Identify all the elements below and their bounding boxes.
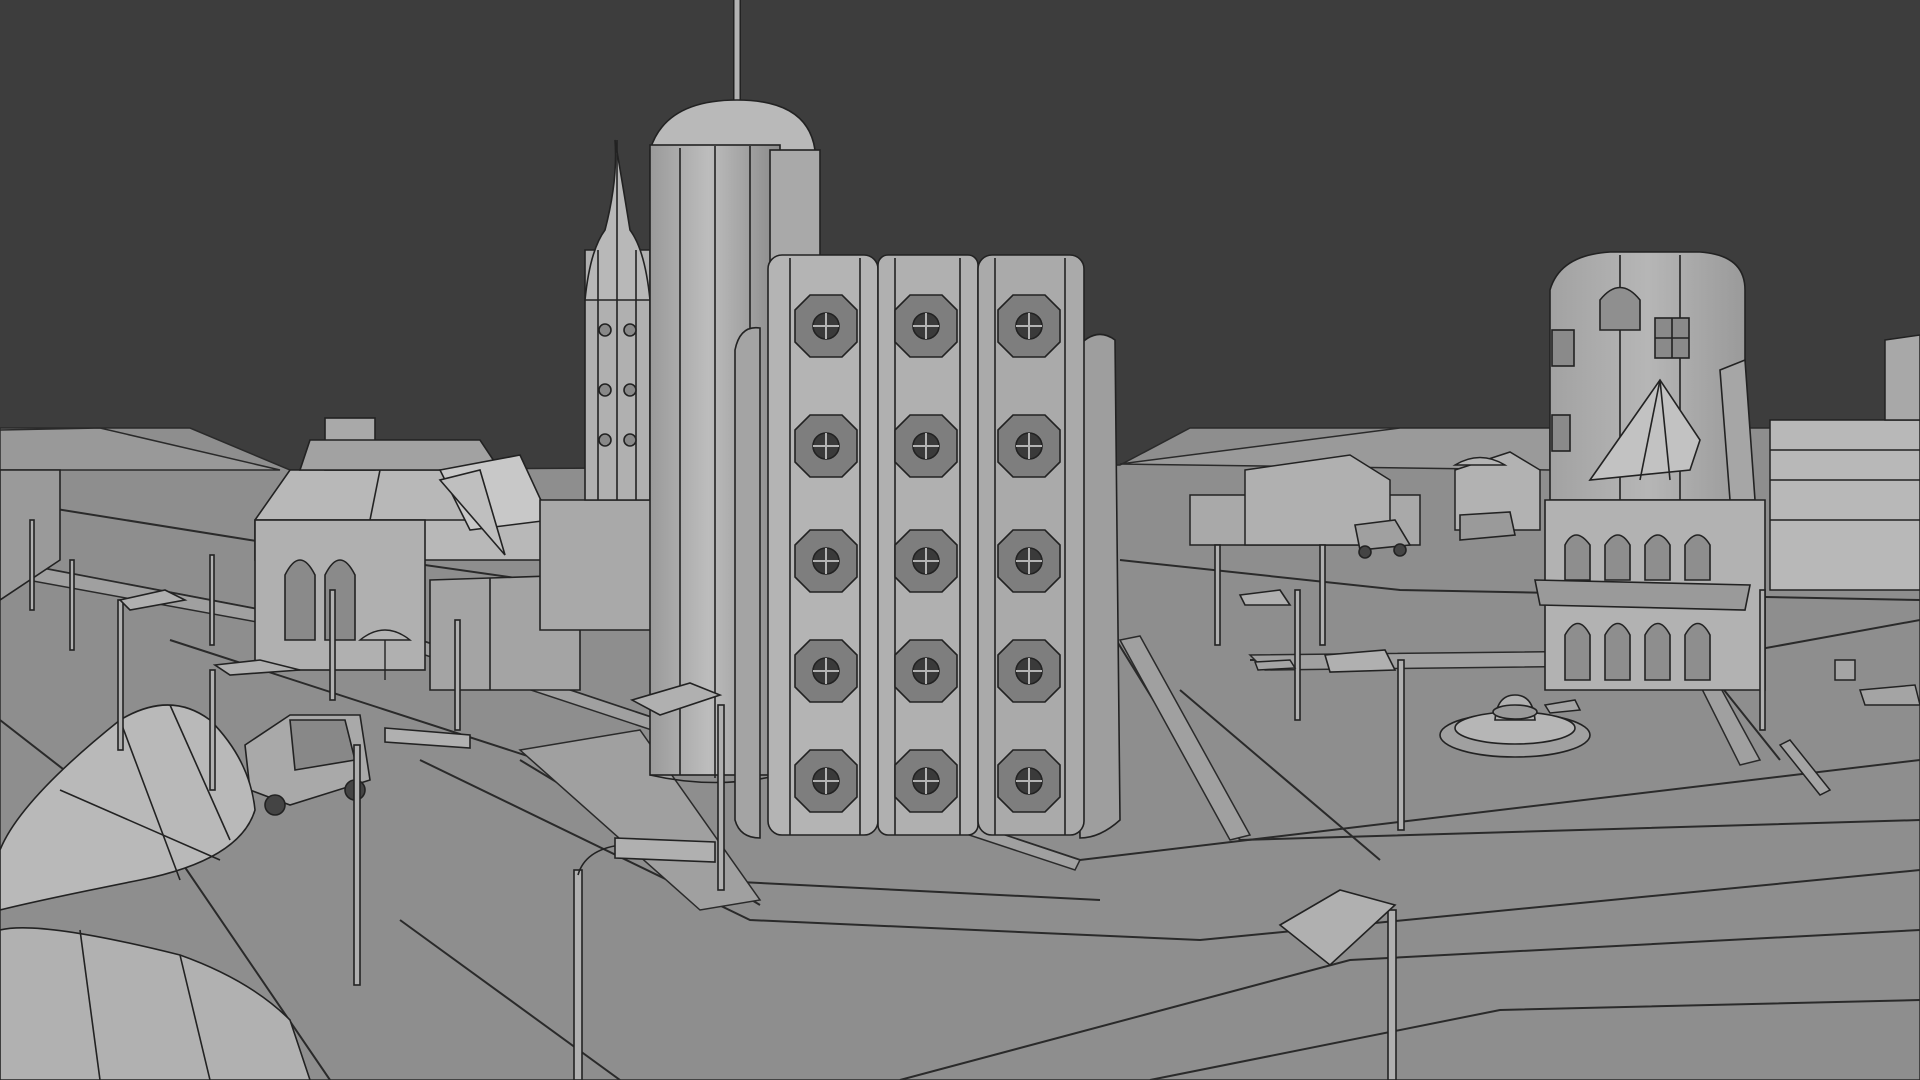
hex-window-tower [734, 254, 1121, 839]
arched-building-right [1534, 251, 1766, 691]
3d-viewport[interactable] [0, 0, 1920, 1080]
scene-render [0, 0, 1920, 1080]
